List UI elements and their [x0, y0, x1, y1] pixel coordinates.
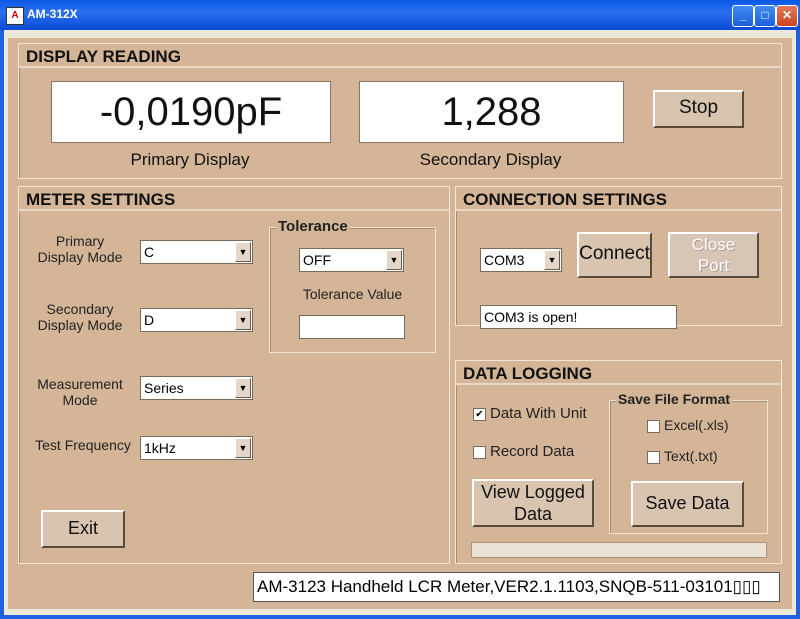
dropdown-arrow-icon[interactable]: ▼: [235, 310, 251, 330]
tolerance-value-input[interactable]: [299, 315, 405, 339]
dropdown-arrow-icon[interactable]: ▼: [235, 378, 251, 398]
text-format-label: Text(.txt): [664, 448, 718, 464]
excel-format-checkbox[interactable]: [647, 420, 660, 433]
tolerance-value: OFF: [303, 252, 331, 268]
com-port-select[interactable]: COM3 ▼: [480, 248, 562, 272]
dropdown-arrow-icon[interactable]: ▼: [386, 250, 402, 270]
text-format-checkbox[interactable]: [647, 451, 660, 464]
save-file-format-group: Save File Format Excel(.xls) Text(.txt) …: [609, 391, 768, 534]
secondary-mode-label: Secondary Display Mode: [37, 301, 123, 333]
view-logged-data-button[interactable]: View Logged Data: [472, 479, 594, 527]
logging-progress-bar: [471, 542, 767, 558]
tolerance-select[interactable]: OFF ▼: [299, 248, 404, 272]
connection-settings-title: CONNECTION SETTINGS: [463, 190, 668, 209]
display-reading-header: DISPLAY READING: [19, 44, 781, 68]
client-area: DISPLAY READING -0,0190pF 1,288 Primary …: [8, 38, 792, 609]
primary-mode-value: C: [144, 244, 155, 260]
connect-button[interactable]: Connect: [577, 232, 652, 278]
meter-settings-group: METER SETTINGS Primary Display Mode C ▼ …: [18, 186, 450, 564]
primary-display-caption: Primary Display: [130, 150, 250, 169]
display-reading-group: DISPLAY READING -0,0190pF 1,288 Primary …: [18, 43, 782, 179]
secondary-display-value: 1,288: [359, 81, 624, 143]
primary-mode-label: Primary Display Mode: [37, 233, 123, 265]
save-data-button[interactable]: Save Data: [631, 481, 744, 527]
dropdown-arrow-icon[interactable]: ▼: [544, 250, 560, 270]
primary-display-value: -0,0190pF: [51, 81, 331, 143]
secondary-mode-value: D: [144, 312, 155, 328]
secondary-display-caption: Secondary Display: [419, 150, 562, 169]
app-logo-icon: A: [6, 7, 24, 25]
tolerance-group: Tolerance OFF ▼ Tolerance Value: [269, 218, 436, 353]
com-port-value: COM3: [484, 252, 525, 268]
meter-settings-header: METER SETTINGS: [19, 187, 449, 211]
dropdown-arrow-icon[interactable]: ▼: [235, 438, 251, 458]
test-frequency-label: Test Frequency: [35, 437, 131, 453]
record-data-checkbox[interactable]: [473, 446, 486, 459]
test-frequency-select[interactable]: 1kHz ▼: [140, 436, 253, 460]
tolerance-title: Tolerance: [276, 218, 350, 235]
close-button[interactable]: ✕: [776, 5, 798, 27]
dropdown-arrow-icon[interactable]: ▼: [235, 242, 251, 262]
exit-button[interactable]: Exit: [41, 510, 125, 548]
excel-format-label: Excel(.xls): [664, 417, 729, 433]
measurement-mode-value: Series: [144, 380, 184, 396]
maximize-button[interactable]: □: [754, 5, 776, 27]
primary-mode-select[interactable]: C ▼: [140, 240, 253, 264]
display-reading-title: DISPLAY READING: [26, 47, 181, 66]
close-port-button[interactable]: Close Port: [668, 232, 759, 278]
device-info-status: AM-3123 Handheld LCR Meter,VER2.1.1103,S…: [253, 572, 780, 602]
data-with-unit-checkbox[interactable]: ✔: [473, 408, 486, 421]
data-logging-header: DATA LOGGING: [456, 361, 781, 385]
minimize-button[interactable]: _: [732, 5, 754, 27]
measurement-mode-select[interactable]: Series ▼: [140, 376, 253, 400]
checkmark-icon: ✔: [475, 409, 484, 420]
measurement-mode-label: Measurement Mode: [37, 376, 123, 408]
window-title: AM-312X: [27, 7, 78, 21]
data-logging-group: DATA LOGGING ✔ Data With Unit Record Dat…: [455, 360, 782, 564]
title-bar: A AM-312X _ □ ✕: [0, 0, 800, 30]
connection-settings-header: CONNECTION SETTINGS: [456, 187, 781, 211]
test-frequency-value: 1kHz: [144, 440, 176, 456]
data-with-unit-label: Data With Unit: [490, 405, 587, 422]
record-data-label: Record Data: [490, 443, 575, 460]
save-file-format-title: Save File Format: [616, 391, 733, 407]
secondary-mode-select[interactable]: D ▼: [140, 308, 253, 332]
meter-settings-title: METER SETTINGS: [26, 190, 176, 209]
connection-status-field: COM3 is open!: [480, 305, 677, 329]
data-logging-title: DATA LOGGING: [463, 364, 593, 383]
stop-button[interactable]: Stop: [653, 90, 744, 128]
connection-settings-group: CONNECTION SETTINGS COM3 ▼ Connect Close…: [455, 186, 782, 329]
tolerance-value-label: Tolerance Value: [302, 286, 403, 302]
